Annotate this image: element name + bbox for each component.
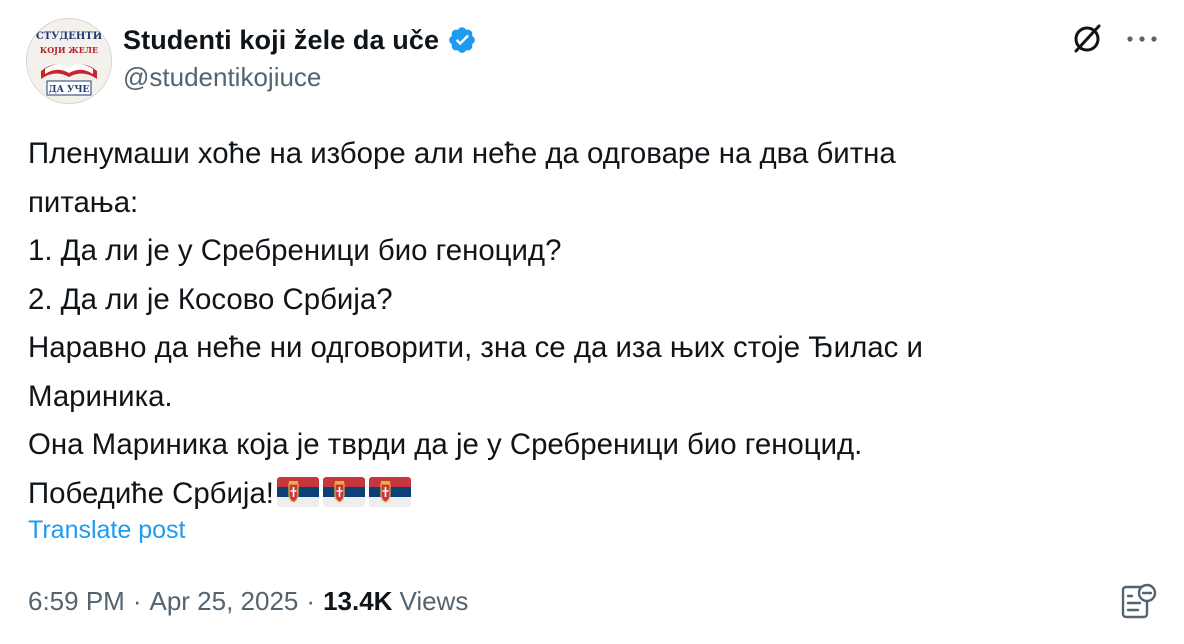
meta-separator: · [306, 586, 316, 616]
tweet-line: Пленумаши хоће на изборе али неће да одг… [28, 137, 896, 170]
post-meta: 6:59 PM · Apr 25, 2025 · 13.4K Views [28, 586, 468, 617]
tweet-line: Она Мариника која је тврди да је у Сребр… [28, 428, 863, 461]
verified-badge-icon[interactable] [447, 25, 477, 55]
tweet-line: Победиће Србија! [28, 476, 274, 510]
avatar-logo-image: СТУДЕНТИ КОЈИ ЖЕЛЕ ДА УЧЕ [27, 19, 111, 103]
analytics-icon[interactable] [1118, 580, 1160, 622]
post-time[interactable]: 6:59 PM [28, 586, 125, 617]
tweet-line: Мариника. [28, 379, 173, 413]
avatar-text-top: СТУДЕНТИ [36, 31, 102, 42]
serbia-flag-icon [276, 474, 319, 507]
tweet-line: 2. Да ли је Косово Србија? [28, 282, 393, 316]
tweet-line: 1. Да ли је у Сребреници био геноцид? [28, 234, 562, 267]
author-handle[interactable]: @studentikojiuce [123, 62, 321, 93]
tweet-line: питања: [28, 185, 139, 219]
tweet-line: Наравно да неће ни одговорити, зна се да… [28, 331, 923, 364]
translate-post-link[interactable]: Translate post [28, 516, 185, 545]
tweet-card: СТУДЕНТИ КОЈИ ЖЕЛЕ ДА УЧЕ Studenti koji … [0, 0, 1184, 644]
meta-separator: · [132, 586, 142, 616]
tweet-text: Пленумаши хоће на изборе али неће да одг… [28, 130, 1158, 518]
views-count: 13.4K [323, 586, 393, 616]
author-display-name[interactable]: Studenti koji žele da uče [123, 25, 439, 56]
serbia-flag-icon [322, 474, 365, 507]
post-date[interactable]: Apr 25, 2025 [150, 586, 299, 617]
views-label: Views [399, 586, 469, 616]
avatar[interactable]: СТУДЕНТИ КОЈИ ЖЕЛЕ ДА УЧЕ [26, 18, 112, 104]
author-name-row: Studenti koji žele da uče [123, 20, 477, 60]
more-icon[interactable] [1122, 22, 1162, 56]
serbia-flag-icon [368, 474, 411, 507]
flag-emoji-group [276, 474, 415, 507]
avatar-text-bottom: ДА УЧЕ [49, 85, 90, 95]
grok-icon[interactable] [1068, 20, 1106, 58]
avatar-text-mid: КОЈИ ЖЕЛЕ [40, 45, 98, 55]
tweet-last-line: Победиће Србија! [28, 470, 1158, 519]
